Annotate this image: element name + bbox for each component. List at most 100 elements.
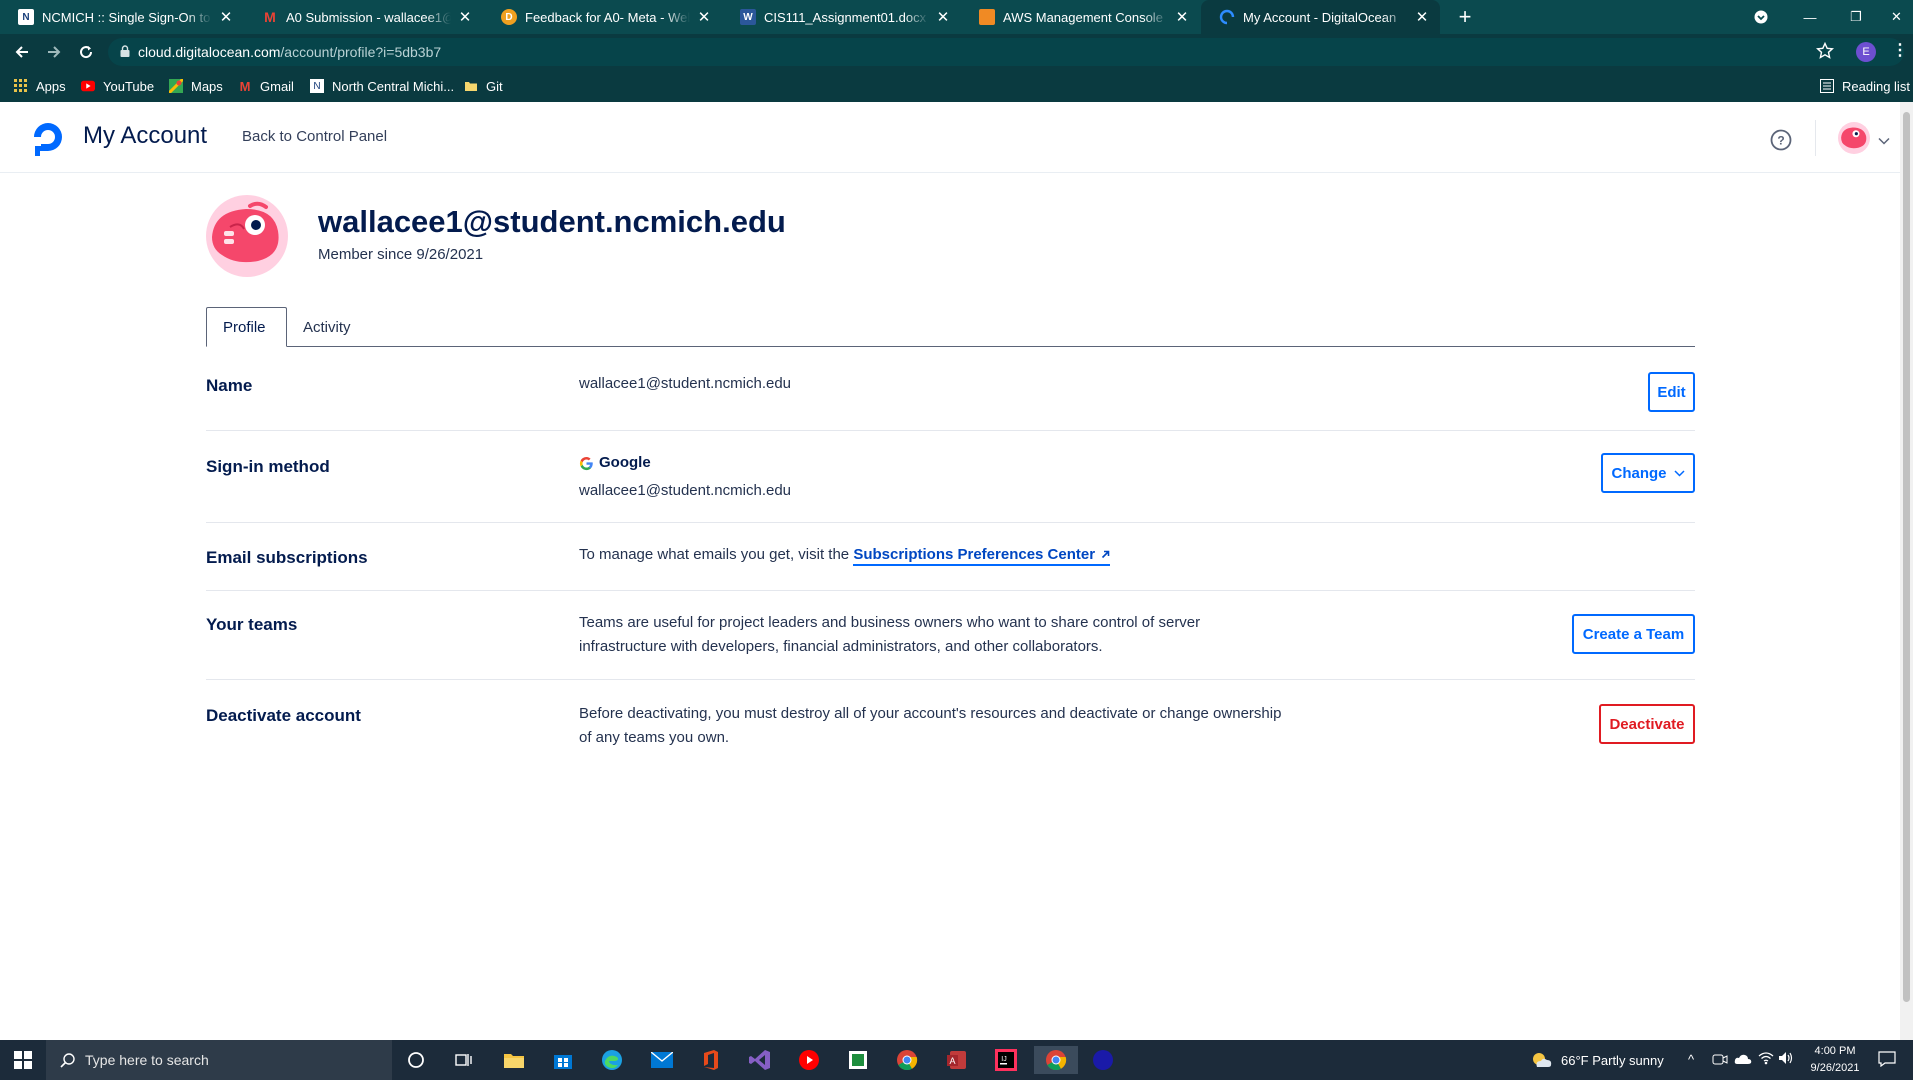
create-team-button[interactable]: Create a Team: [1572, 614, 1695, 654]
browser-profile-avatar[interactable]: E: [1856, 42, 1876, 62]
task-view-icon[interactable]: [450, 1046, 478, 1074]
email-subscriptions-text: To manage what emails you get, visit the…: [579, 543, 1111, 567]
url-path: /account/profile?i=5db3b7: [280, 44, 442, 60]
browser-tab[interactable]: M A0 Submission - wallacee1@stud ✕: [244, 0, 483, 34]
chrome-active-icon[interactable]: [1034, 1046, 1078, 1074]
forward-arrow-icon[interactable]: [41, 39, 67, 65]
new-tab-button[interactable]: +: [1452, 0, 1478, 34]
row-email-subscriptions: Email subscriptions To manage what email…: [206, 522, 1695, 591]
lock-icon[interactable]: [120, 44, 130, 60]
browser-menu-icon[interactable]: ⋮: [1892, 40, 1908, 60]
app-icon[interactable]: [1089, 1046, 1117, 1074]
edge-icon[interactable]: [598, 1046, 626, 1074]
reading-list-button[interactable]: Reading list: [1820, 70, 1910, 102]
subscriptions-preferences-link[interactable]: Subscriptions Preferences Center: [853, 546, 1111, 566]
tab-search-icon[interactable]: [1748, 0, 1774, 34]
music-app-icon[interactable]: [795, 1046, 823, 1074]
name-label: Name: [206, 376, 253, 395]
mail-icon[interactable]: [648, 1046, 676, 1074]
volume-icon[interactable]: [1778, 1051, 1794, 1068]
member-since-text: Member since 9/26/2021: [318, 246, 484, 263]
edit-name-button[interactable]: Edit: [1648, 372, 1695, 412]
window-close-button[interactable]: ✕: [1880, 0, 1913, 34]
browser-tab[interactable]: D Feedback for A0- Meta - Web De ✕: [483, 0, 722, 34]
meet-now-icon[interactable]: [1712, 1051, 1728, 1070]
close-icon[interactable]: ✕: [218, 8, 234, 26]
chevron-down-icon: [1673, 469, 1685, 477]
browser-tab[interactable]: N NCMICH :: Single Sign-On to all y ✕: [0, 0, 244, 34]
deactivate-account-label: Deactivate account: [206, 706, 361, 725]
page-scrollbar[interactable]: [1900, 102, 1913, 1040]
chrome-icon[interactable]: [893, 1046, 921, 1074]
tabs-divider: [206, 346, 1695, 347]
digitalocean-logo-icon[interactable]: [28, 117, 68, 162]
tab-title: NCMICH :: Single Sign-On to all y: [42, 9, 212, 25]
row-deactivate-account: Deactivate account Before deactivating, …: [206, 679, 1695, 768]
reload-icon[interactable]: [73, 39, 99, 65]
back-to-control-panel-link[interactable]: Back to Control Panel: [242, 128, 387, 145]
app-header: My Account Back to Control Panel ?: [0, 102, 1900, 173]
bookmarks-bar: Apps YouTube Maps M Gmail N North Centra…: [0, 70, 1913, 102]
microsoft-store-icon[interactable]: [549, 1046, 577, 1074]
browser-tab-active[interactable]: My Account - DigitalOcean ✕: [1201, 0, 1440, 34]
taskbar-search-box[interactable]: Type here to search: [46, 1040, 392, 1080]
bookmark-gmail[interactable]: M Gmail: [238, 70, 294, 102]
your-teams-label: Your teams: [206, 615, 298, 634]
file-explorer-icon[interactable]: [500, 1046, 528, 1074]
bookmark-star-icon[interactable]: [1815, 41, 1835, 65]
tab-title: My Account - DigitalOcean: [1243, 9, 1397, 25]
cortana-icon[interactable]: [402, 1046, 430, 1074]
svg-text:?: ?: [1777, 134, 1784, 148]
teams-text-line: Teams are useful for project leaders and…: [579, 614, 1201, 631]
change-sign-in-button[interactable]: Change: [1601, 453, 1695, 493]
chevron-up-icon[interactable]: ^: [1688, 1052, 1694, 1067]
close-icon[interactable]: ✕: [1174, 8, 1190, 26]
windows-start-icon[interactable]: [0, 1040, 46, 1080]
browser-tab[interactable]: AWS Management Console ✕: [961, 0, 1200, 34]
restore-button[interactable]: ❐: [1836, 0, 1876, 34]
close-icon[interactable]: ✕: [935, 8, 951, 26]
partly-sunny-icon: [1531, 1051, 1553, 1069]
minimize-button[interactable]: —: [1790, 0, 1830, 34]
deactivate-button[interactable]: Deactivate: [1599, 704, 1695, 744]
tab-title: CIS111_Assignment01.docx - Mic: [764, 9, 929, 25]
back-arrow-icon[interactable]: [9, 39, 35, 65]
help-icon[interactable]: ?: [1770, 129, 1792, 156]
browser-tab[interactable]: W CIS111_Assignment01.docx - Mic ✕: [722, 0, 961, 34]
chevron-down-icon[interactable]: [1878, 132, 1890, 150]
your-teams-description: Teams are useful for project leaders and…: [579, 611, 1200, 659]
svg-text:IJ: IJ: [1001, 1056, 1006, 1063]
search-placeholder: Type here to search: [85, 1052, 209, 1068]
address-bar[interactable]: cloud.digitalocean.com/account/profile?i…: [108, 38, 1904, 66]
weather-widget[interactable]: 66°F Partly sunny: [1531, 1040, 1664, 1080]
visual-studio-icon[interactable]: [746, 1046, 774, 1074]
close-icon[interactable]: ✕: [696, 8, 712, 26]
tab-profile[interactable]: Profile: [206, 307, 287, 347]
office-icon[interactable]: [697, 1046, 725, 1074]
teams-text-line: infrastructure with developers, financia…: [579, 638, 1103, 655]
google-icon: [579, 456, 594, 471]
onedrive-icon[interactable]: [1734, 1052, 1752, 1068]
close-icon[interactable]: ✕: [1414, 8, 1430, 26]
photos-icon[interactable]: [844, 1046, 872, 1074]
tab-activity[interactable]: Activity: [287, 307, 367, 347]
notifications-icon[interactable]: [1878, 1051, 1896, 1070]
apps-grid-icon: [14, 79, 28, 93]
bookmark-maps[interactable]: Maps: [169, 70, 223, 102]
sign-in-method-value: Google wallacee1@student.ncmich.edu: [579, 451, 791, 503]
link-label: Subscriptions Preferences Center: [853, 546, 1096, 563]
scrollbar-thumb[interactable]: [1903, 112, 1910, 1002]
taskbar-clock[interactable]: 4:00 PM 9/26/2021: [1800, 1043, 1870, 1077]
wifi-icon[interactable]: [1758, 1051, 1774, 1068]
access-icon[interactable]: A: [943, 1046, 971, 1074]
bookmark-label: YouTube: [103, 78, 155, 94]
close-icon[interactable]: ✕: [457, 8, 473, 26]
bookmark-label: Gmail: [260, 78, 294, 94]
bookmark-git[interactable]: Git: [464, 70, 503, 102]
user-avatar[interactable]: [1838, 122, 1870, 154]
bookmark-apps[interactable]: Apps: [14, 70, 66, 102]
intellij-icon[interactable]: IJ: [992, 1046, 1020, 1074]
profile-avatar: [206, 195, 288, 277]
bookmark-ncmich[interactable]: N North Central Michi...: [310, 70, 454, 102]
bookmark-youtube[interactable]: YouTube: [81, 70, 154, 102]
